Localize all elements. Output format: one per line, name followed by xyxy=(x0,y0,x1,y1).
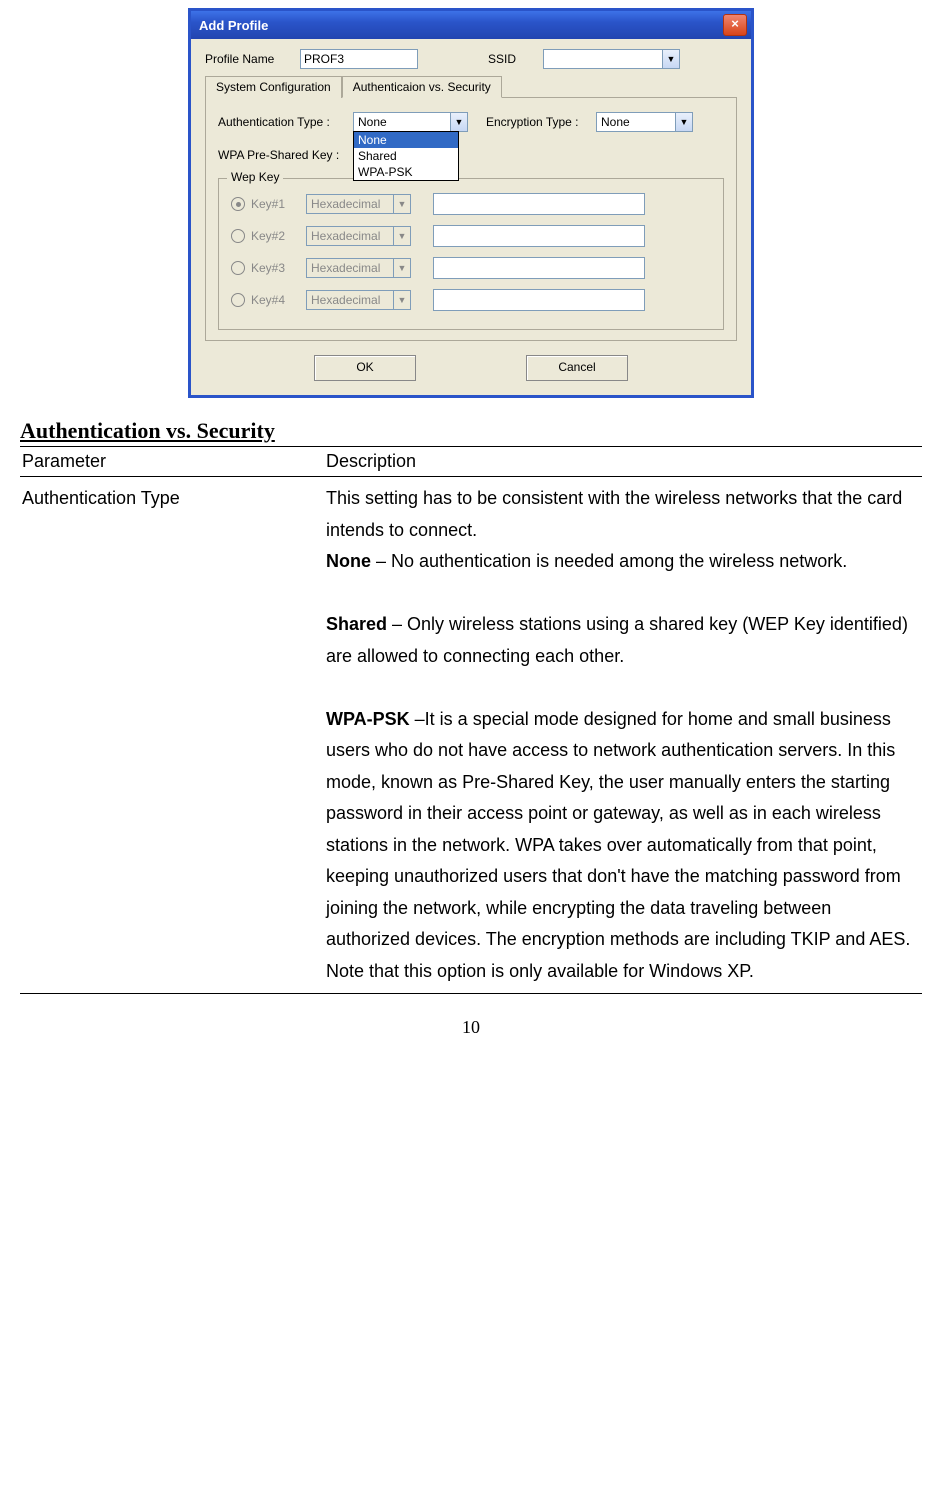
page-number: 10 xyxy=(0,1017,942,1038)
wep-key-fieldset: Wep Key Key#1 Hexadecimal ▼ Key#2 xyxy=(218,178,724,330)
wep-key-legend: Wep Key xyxy=(227,170,283,184)
tab-auth-vs-security[interactable]: Authenticaion vs. Security xyxy=(342,76,502,98)
auth-type-label: Authentication Type : xyxy=(218,115,353,129)
dropdown-option-shared[interactable]: Shared xyxy=(354,148,458,164)
tab-system-configuration[interactable]: System Configuration xyxy=(205,76,342,98)
tabbar: System Configuration Authenticaion vs. S… xyxy=(205,75,737,98)
auth-type-dropdown[interactable]: None ▼ None Shared WPA-PSK xyxy=(353,112,468,132)
key1-value-input xyxy=(433,193,645,215)
chevron-down-icon[interactable]: ▼ xyxy=(663,49,680,69)
chevron-down-icon: ▼ xyxy=(394,258,411,278)
param-desc-cell: This setting has to be consistent with t… xyxy=(324,477,922,994)
chevron-down-icon: ▼ xyxy=(394,194,411,214)
ssid-dropdown[interactable]: ▼ xyxy=(543,49,680,69)
enc-type-label: Encryption Type : xyxy=(486,115,596,129)
dropdown-option-none[interactable]: None xyxy=(354,132,458,148)
ssid-label: SSID xyxy=(488,52,543,66)
titlebar: Add Profile × xyxy=(191,11,751,39)
key4-value-input xyxy=(433,289,645,311)
auth-type-dropdown-list[interactable]: None Shared WPA-PSK xyxy=(353,131,459,181)
chevron-down-icon: ▼ xyxy=(394,290,411,310)
radio-key3[interactable] xyxy=(231,261,245,275)
enc-type-dropdown[interactable]: None ▼ xyxy=(596,112,693,132)
radio-key1[interactable] xyxy=(231,197,245,211)
document-body: Authentication vs. Security Parameter De… xyxy=(0,418,942,994)
tab-panel: Authentication Type : None ▼ None Shared… xyxy=(205,98,737,341)
key1-format-dropdown: Hexadecimal ▼ xyxy=(306,194,411,214)
key3-value-input xyxy=(433,257,645,279)
add-profile-dialog: Add Profile × Profile Name PROF3 SSID ▼ … xyxy=(188,8,754,398)
wep-key-row-3: Key#3 Hexadecimal ▼ xyxy=(231,257,711,279)
wep-key-row-4: Key#4 Hexadecimal ▼ xyxy=(231,289,711,311)
key3-format-dropdown: Hexadecimal ▼ xyxy=(306,258,411,278)
key2-format-dropdown: Hexadecimal ▼ xyxy=(306,226,411,246)
ok-button[interactable]: OK xyxy=(314,355,416,381)
cancel-button[interactable]: Cancel xyxy=(526,355,628,381)
dropdown-option-wpapsk[interactable]: WPA-PSK xyxy=(354,164,458,180)
wep-key-row-1: Key#1 Hexadecimal ▼ xyxy=(231,193,711,215)
radio-key4[interactable] xyxy=(231,293,245,307)
chevron-down-icon: ▼ xyxy=(394,226,411,246)
wep-key-row-2: Key#2 Hexadecimal ▼ xyxy=(231,225,711,247)
key4-format-dropdown: Hexadecimal ▼ xyxy=(306,290,411,310)
chevron-down-icon[interactable]: ▼ xyxy=(451,112,468,132)
col-parameter: Parameter xyxy=(20,447,324,477)
close-icon[interactable]: × xyxy=(723,14,747,36)
section-heading: Authentication vs. Security xyxy=(20,418,922,444)
radio-key2[interactable] xyxy=(231,229,245,243)
wpa-psk-label: WPA Pre-Shared Key : xyxy=(218,148,353,162)
param-name-cell: Authentication Type xyxy=(20,477,324,994)
col-description: Description xyxy=(324,447,922,477)
key2-value-input xyxy=(433,225,645,247)
profile-name-input[interactable]: PROF3 xyxy=(300,49,418,69)
dialog-title: Add Profile xyxy=(199,18,268,33)
chevron-down-icon[interactable]: ▼ xyxy=(676,112,693,132)
parameter-table: Parameter Description Authentication Typ… xyxy=(20,446,922,994)
profile-name-label: Profile Name xyxy=(205,52,300,66)
